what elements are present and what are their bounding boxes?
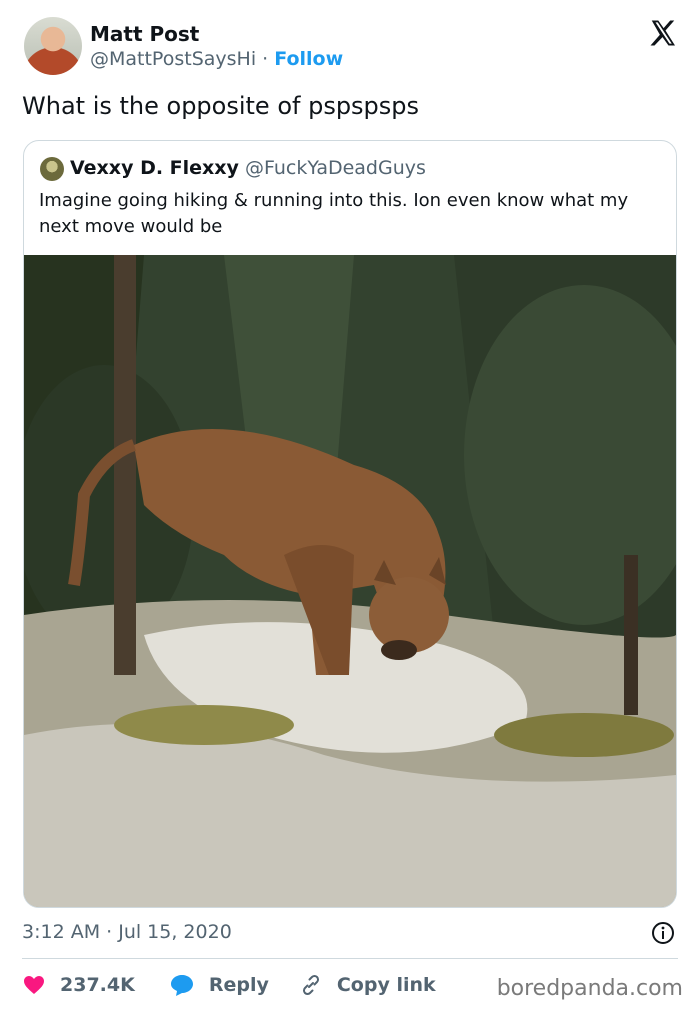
cougar-photo-icon bbox=[24, 255, 676, 907]
divider bbox=[22, 958, 678, 959]
quoted-avatar[interactable] bbox=[40, 157, 64, 181]
quoted-name[interactable]: Vexxy D. Flexxy bbox=[70, 157, 239, 179]
action-bar: 237.4K Reply Copy link bbox=[22, 970, 436, 1000]
like-count: 237.4K bbox=[60, 974, 135, 996]
copy-link-button[interactable]: Copy link bbox=[299, 973, 436, 997]
tweet-text: What is the opposite of pspspsps bbox=[22, 92, 420, 120]
handle-separator: · bbox=[262, 48, 269, 70]
quoted-tweet[interactable]: Vexxy D. Flexxy @FuckYaDeadGuys Imagine g… bbox=[23, 140, 677, 908]
quoted-handle[interactable]: @FuckYaDeadGuys bbox=[245, 157, 426, 179]
x-logo-icon[interactable] bbox=[648, 18, 678, 48]
quoted-author: Vexxy D. Flexxy @FuckYaDeadGuys bbox=[70, 157, 426, 179]
author-handle[interactable]: @MattPostSaysHi bbox=[90, 48, 256, 70]
link-icon bbox=[302, 974, 319, 996]
copy-link-label: Copy link bbox=[336, 974, 436, 996]
watermark: boredpanda.com bbox=[496, 976, 683, 1001]
timestamp[interactable]: 3:12 AM · Jul 15, 2020 bbox=[22, 921, 232, 943]
like-button[interactable]: 237.4K bbox=[22, 973, 135, 997]
info-icon[interactable] bbox=[651, 921, 675, 945]
reply-button[interactable]: Reply bbox=[169, 973, 269, 997]
quoted-text: Imagine going hiking & running into this… bbox=[39, 190, 629, 237]
reply-label: Reply bbox=[208, 974, 269, 996]
quoted-photo[interactable] bbox=[24, 255, 676, 907]
author-avatar[interactable] bbox=[24, 17, 82, 75]
heart-icon bbox=[24, 976, 44, 994]
reply-bubble-icon bbox=[170, 975, 193, 996]
follow-button[interactable]: Follow bbox=[274, 48, 343, 70]
author-name[interactable]: Matt Post bbox=[90, 22, 199, 46]
author-handle-row: @MattPostSaysHi · Follow bbox=[90, 48, 343, 70]
